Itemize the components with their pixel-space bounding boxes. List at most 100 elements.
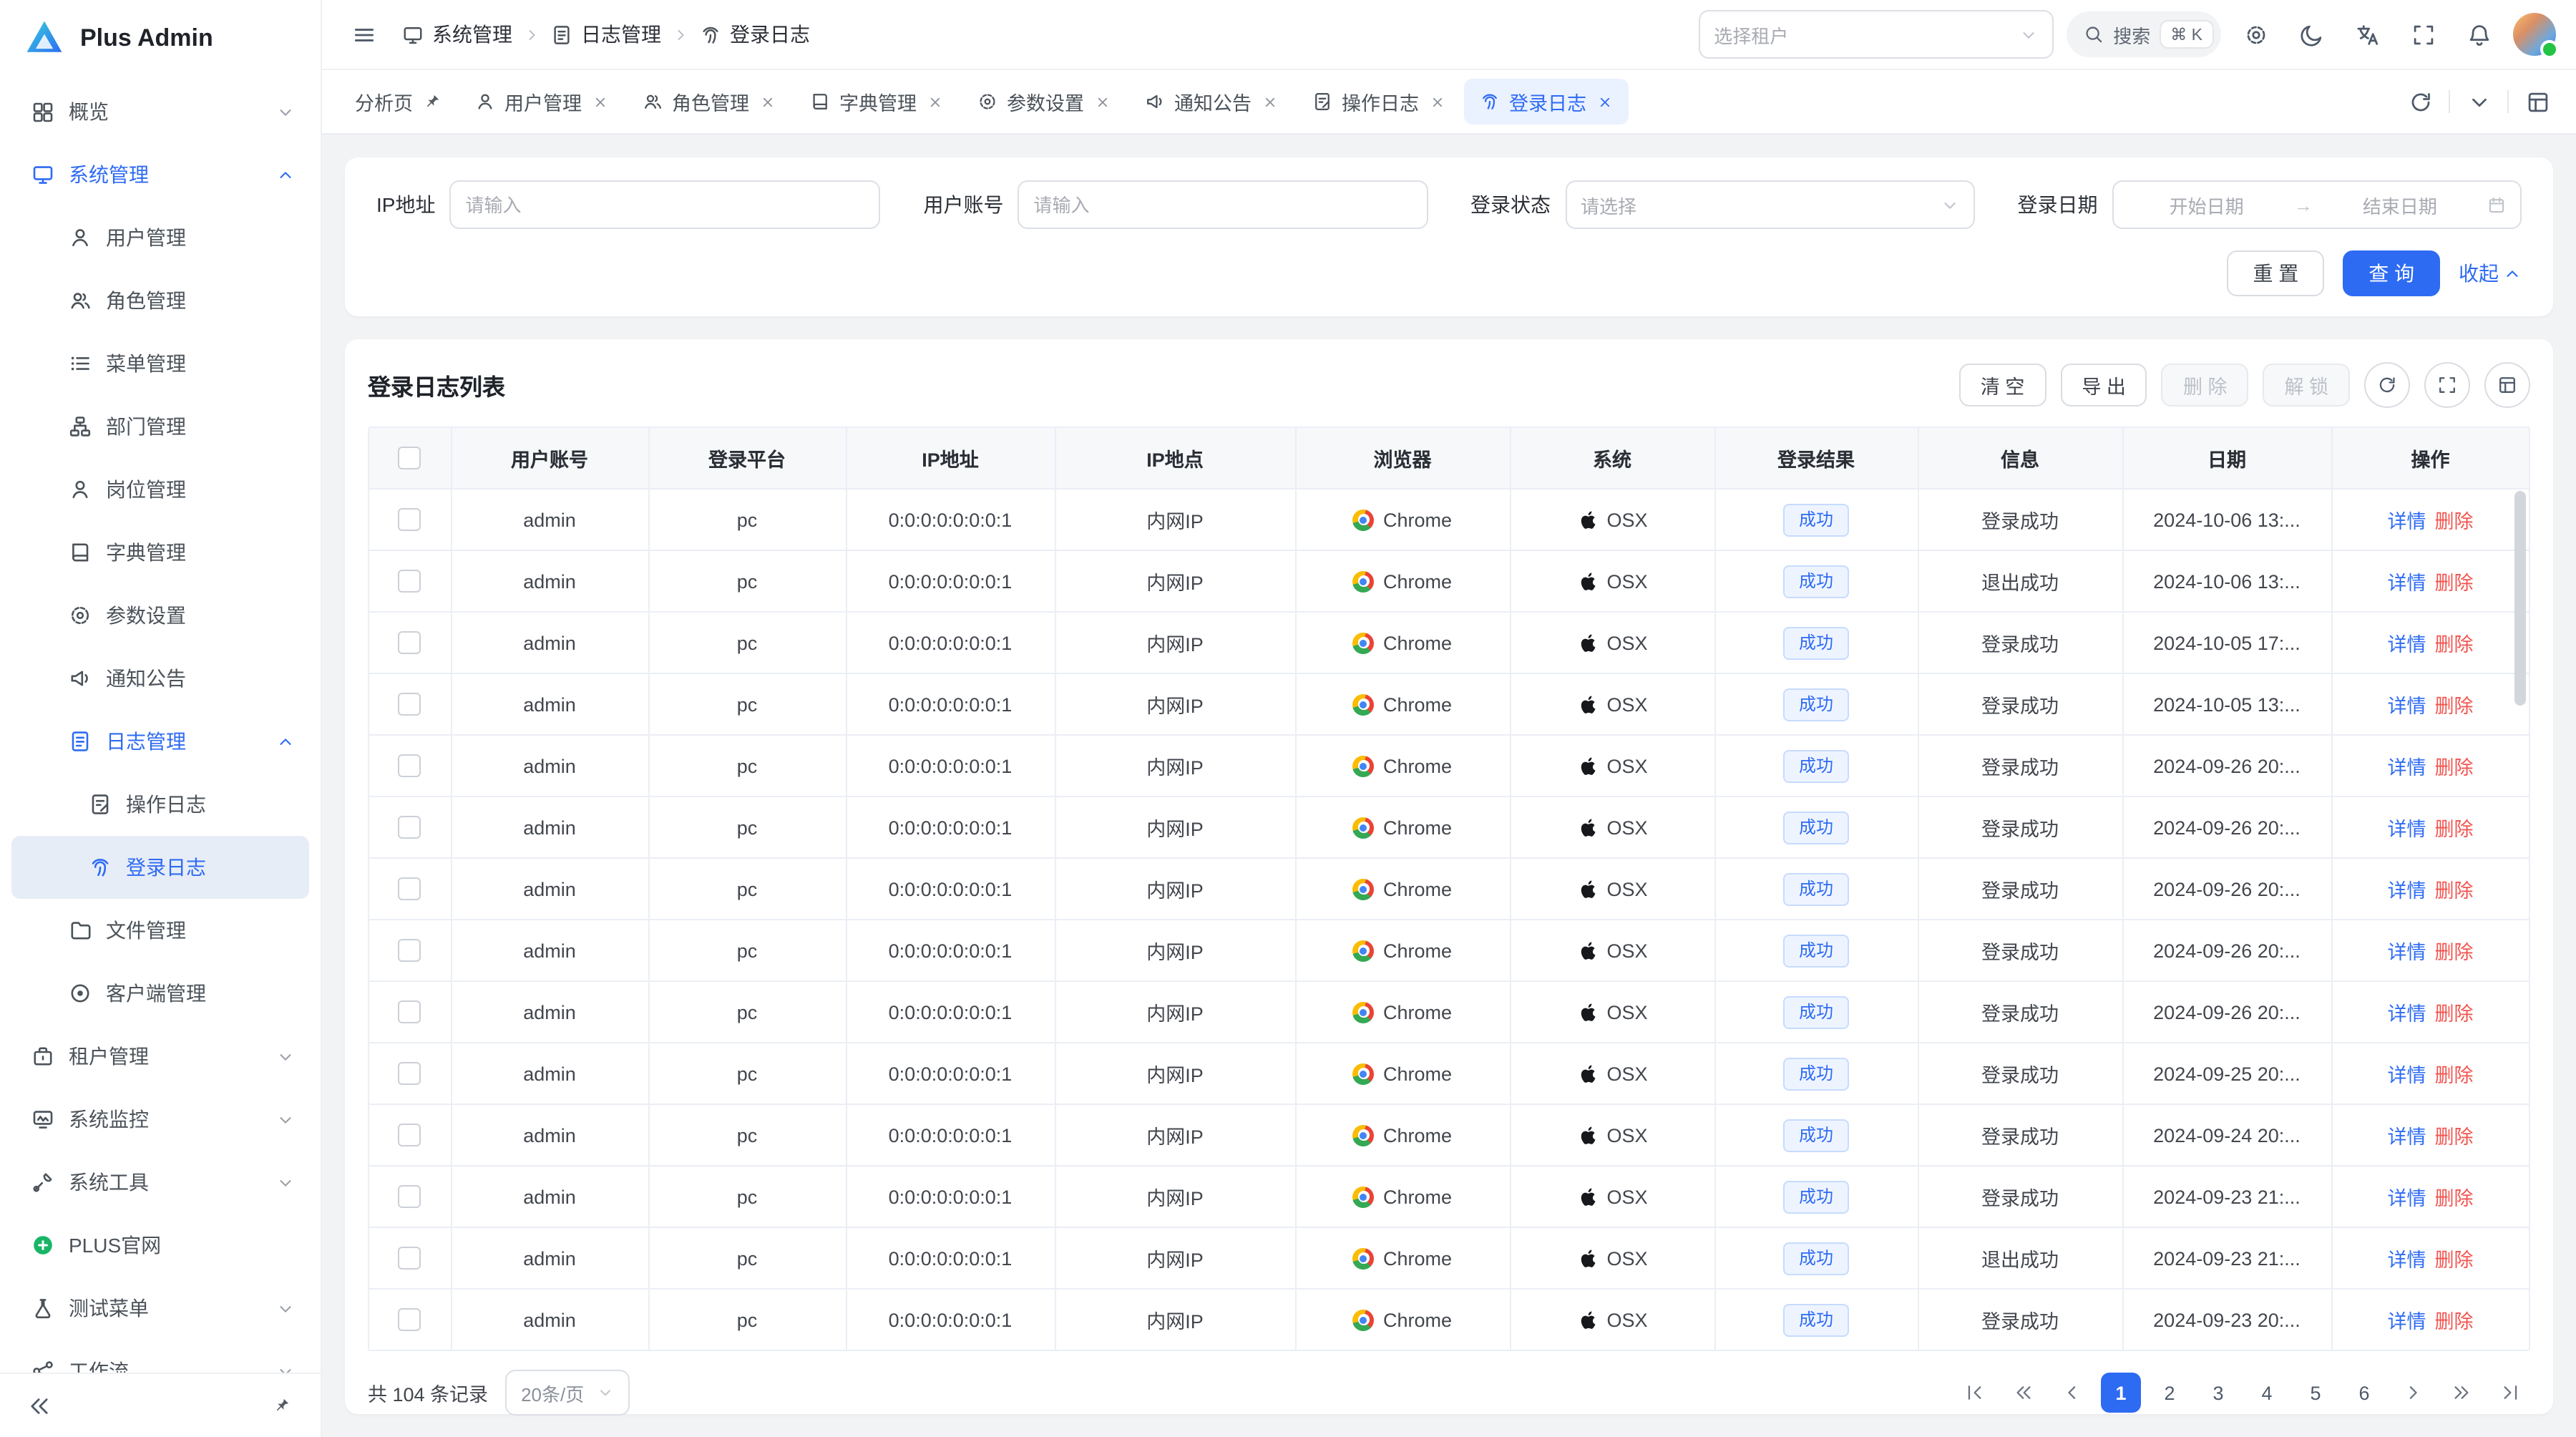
settings-button[interactable] xyxy=(2234,13,2277,56)
layout-button[interactable] xyxy=(2516,80,2559,123)
delete-link[interactable]: 删除 xyxy=(2435,936,2474,965)
delete-button[interactable]: 删 除 xyxy=(2162,364,2249,406)
column-header[interactable]: 用户账号 xyxy=(451,428,648,489)
detail-link[interactable]: 详情 xyxy=(2388,1305,2426,1334)
detail-link[interactable]: 详情 xyxy=(2388,567,2426,595)
breadcrumb-item[interactable]: 登录日志 xyxy=(700,20,810,49)
page-button-5[interactable]: 5 xyxy=(2296,1373,2336,1413)
filter-input-1[interactable] xyxy=(1018,180,1428,229)
collapse-sidebar-button[interactable] xyxy=(17,1384,60,1427)
detail-link[interactable]: 详情 xyxy=(2388,505,2426,534)
reset-button[interactable]: 重 置 xyxy=(2227,250,2324,296)
sidebar-item[interactable]: 系统监控 xyxy=(11,1088,309,1151)
clear-button[interactable]: 清 空 xyxy=(1959,364,2046,406)
detail-link[interactable]: 详情 xyxy=(2388,1182,2426,1211)
delete-link[interactable]: 删除 xyxy=(2435,690,2474,718)
delete-link[interactable]: 删除 xyxy=(2435,998,2474,1026)
collapse-filter-link[interactable]: 收起 xyxy=(2459,259,2522,288)
column-header[interactable]: 登录结果 xyxy=(1714,428,1918,489)
column-header[interactable]: 操作 xyxy=(2331,428,2529,489)
detail-link[interactable]: 详情 xyxy=(2388,998,2426,1026)
sidebar-item[interactable]: 角色管理 xyxy=(11,269,309,332)
row-checkbox[interactable] xyxy=(399,754,421,777)
detail-link[interactable]: 详情 xyxy=(2388,875,2426,903)
sidebar-item[interactable]: 操作日志 xyxy=(11,773,309,836)
avatar[interactable] xyxy=(2513,13,2556,56)
page-button-3[interactable]: 3 xyxy=(2198,1373,2238,1413)
sidebar-item[interactable]: 测试菜单 xyxy=(11,1277,309,1340)
sidebar-item[interactable]: 客户端管理 xyxy=(11,962,309,1025)
refresh-table-button[interactable] xyxy=(2364,362,2410,408)
row-checkbox[interactable] xyxy=(399,631,421,654)
sidebar-item[interactable]: 日志管理 xyxy=(11,710,309,773)
row-checkbox[interactable] xyxy=(399,939,421,962)
sidebar-item[interactable]: 租户管理 xyxy=(11,1025,309,1088)
delete-link[interactable]: 删除 xyxy=(2435,505,2474,534)
page-button-2[interactable]: 2 xyxy=(2150,1373,2190,1413)
hamburger-menu-button[interactable] xyxy=(342,13,385,56)
sidebar-item[interactable]: 部门管理 xyxy=(11,395,309,458)
column-header[interactable]: IP地点 xyxy=(1055,428,1295,489)
row-checkbox[interactable] xyxy=(399,1308,421,1331)
fullscreen-button[interactable] xyxy=(2401,13,2444,56)
tenant-select[interactable]: 选择租户 xyxy=(1698,10,2053,59)
row-checkbox[interactable] xyxy=(399,1247,421,1270)
theme-toggle-button[interactable] xyxy=(2290,13,2333,56)
refresh-page-button[interactable] xyxy=(2399,80,2441,123)
delete-link[interactable]: 删除 xyxy=(2435,751,2474,780)
sidebar-item[interactable]: 系统工具 xyxy=(11,1151,309,1214)
column-settings-button[interactable] xyxy=(2484,362,2530,408)
detail-link[interactable]: 详情 xyxy=(2388,1244,2426,1272)
first-page-button[interactable] xyxy=(1955,1373,1995,1413)
delete-link[interactable]: 删除 xyxy=(2435,813,2474,842)
sidebar-item[interactable]: 通知公告 xyxy=(11,647,309,710)
column-header[interactable]: 信息 xyxy=(1918,428,2122,489)
delete-link[interactable]: 删除 xyxy=(2435,628,2474,657)
filter-input-0[interactable] xyxy=(449,180,880,229)
row-checkbox[interactable] xyxy=(399,508,421,531)
delete-link[interactable]: 删除 xyxy=(2435,1305,2474,1334)
detail-link[interactable]: 详情 xyxy=(2388,1059,2426,1088)
language-button[interactable] xyxy=(2346,13,2389,56)
scrollbar-thumb[interactable] xyxy=(2514,491,2526,706)
column-header[interactable]: 浏览器 xyxy=(1295,428,1510,489)
export-button[interactable]: 导 出 xyxy=(2060,364,2147,406)
detail-link[interactable]: 详情 xyxy=(2388,628,2426,657)
tab-5[interactable]: 通知公告 xyxy=(1128,79,1293,125)
delete-link[interactable]: 删除 xyxy=(2435,1182,2474,1211)
sidebar-item[interactable]: PLUS官网 xyxy=(11,1214,309,1277)
expand-table-button[interactable] xyxy=(2424,362,2470,408)
sidebar-item[interactable]: 文件管理 xyxy=(11,899,309,962)
row-checkbox[interactable] xyxy=(399,1062,421,1085)
row-checkbox[interactable] xyxy=(399,1124,421,1146)
detail-link[interactable]: 详情 xyxy=(2388,936,2426,965)
sidebar-item[interactable]: 用户管理 xyxy=(11,206,309,269)
page-button-1[interactable]: 1 xyxy=(2101,1373,2141,1413)
search-button[interactable]: 搜索 ⌘ K xyxy=(2066,11,2221,57)
last-page-button[interactable] xyxy=(2490,1373,2530,1413)
tab-1[interactable]: 用户管理 xyxy=(459,79,623,125)
tab-0[interactable]: 分析页 xyxy=(339,79,456,125)
detail-link[interactable]: 详情 xyxy=(2388,690,2426,718)
detail-link[interactable]: 详情 xyxy=(2388,1121,2426,1149)
tab-2[interactable]: 角色管理 xyxy=(626,79,791,125)
tabs-menu-button[interactable] xyxy=(2457,80,2500,123)
sidebar-item[interactable]: 字典管理 xyxy=(11,521,309,584)
tab-6[interactable]: 操作日志 xyxy=(1296,79,1460,125)
page-size-select[interactable]: 20条/页 xyxy=(505,1370,630,1416)
row-checkbox[interactable] xyxy=(399,877,421,900)
detail-link[interactable]: 详情 xyxy=(2388,813,2426,842)
row-checkbox[interactable] xyxy=(399,816,421,839)
delete-link[interactable]: 删除 xyxy=(2435,567,2474,595)
prev-page-button[interactable] xyxy=(2052,1373,2092,1413)
column-header[interactable]: 登录平台 xyxy=(648,428,846,489)
logo[interactable]: Plus Admin xyxy=(0,0,321,77)
sidebar-item[interactable]: 岗位管理 xyxy=(11,458,309,521)
tab-7[interactable]: 登录日志 xyxy=(1463,79,1628,125)
breadcrumb-item[interactable]: 系统管理 xyxy=(402,20,512,49)
column-header[interactable]: 日期 xyxy=(2122,428,2331,489)
pin-sidebar-button[interactable] xyxy=(260,1384,303,1427)
notifications-button[interactable] xyxy=(2457,13,2500,56)
login-status-select[interactable]: 请选择 xyxy=(1565,180,1975,229)
delete-link[interactable]: 删除 xyxy=(2435,1059,2474,1088)
